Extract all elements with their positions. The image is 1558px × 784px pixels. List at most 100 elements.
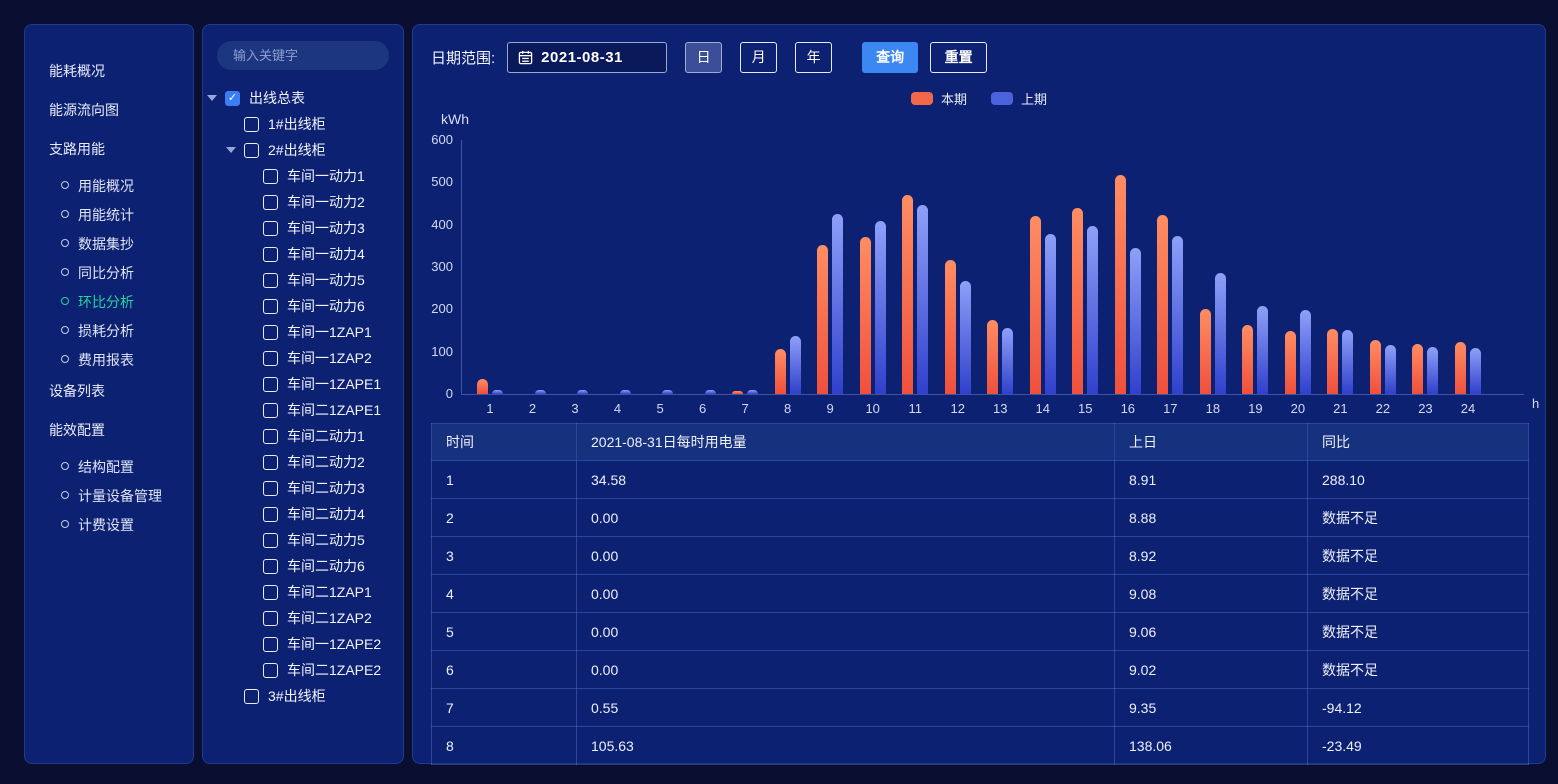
table-row: 7 0.55 9.35 -94.12 xyxy=(431,688,1529,727)
table-cell: 0.00 xyxy=(576,650,1115,689)
tree-node-车间二1ZAP1[interactable]: 车间二1ZAP1 xyxy=(203,579,403,605)
tree-checkbox[interactable] xyxy=(263,272,278,288)
tree-node-车间一动力5[interactable]: 车间一动力5 xyxy=(203,267,403,293)
tree-search-input[interactable] xyxy=(217,41,389,70)
sidebar-subitem-费用报表[interactable]: 费用报表 xyxy=(25,352,193,381)
sidebar-subitem-用能概况[interactable]: 用能概况 xyxy=(25,178,193,207)
sidebar-subitem-label: 损耗分析 xyxy=(78,323,134,339)
tree-node-车间一1ZAP1[interactable]: 车间一1ZAP1 xyxy=(203,319,403,345)
tree-node-车间一1ZAP2[interactable]: 车间一1ZAP2 xyxy=(203,345,403,371)
tree-checkbox[interactable] xyxy=(263,220,278,236)
tree-checkbox[interactable] xyxy=(263,402,278,418)
tree-checkbox[interactable] xyxy=(263,428,278,444)
tree-checkbox[interactable] xyxy=(263,584,278,600)
tree-checkbox[interactable] xyxy=(263,662,278,678)
sidebar-subitem-计费设置[interactable]: 计费设置 xyxy=(25,517,193,546)
caret-down-icon[interactable] xyxy=(226,147,236,153)
sidebar-item-支路用能[interactable]: 支路用能 xyxy=(25,139,193,178)
x-tick-16: 16 xyxy=(1120,401,1136,416)
y-axis-unit-label: kWh xyxy=(441,111,469,127)
tree-node-出线总表[interactable]: ✓ 出线总表 xyxy=(203,85,403,111)
tree-node-车间二动力6[interactable]: 车间二动力6 xyxy=(203,553,403,579)
tree-node-车间二动力1[interactable]: 车间二动力1 xyxy=(203,423,403,449)
bar-本期-h22 xyxy=(1369,340,1381,394)
sidebar-item-能源流向图[interactable]: 能源流向图 xyxy=(25,100,193,139)
tree-node-label: 车间二动力6 xyxy=(287,558,365,574)
sidebar-subitem-结构配置[interactable]: 结构配置 xyxy=(25,459,193,488)
tree-node-label: 车间一1ZAP1 xyxy=(287,324,372,340)
tree-node-车间一1ZAPE2[interactable]: 车间一1ZAPE2 xyxy=(203,631,403,657)
tree-checkbox[interactable] xyxy=(263,324,278,340)
tree-checkbox[interactable] xyxy=(263,246,278,262)
tree-checkbox[interactable] xyxy=(244,116,259,132)
bar-上期-h14 xyxy=(1044,234,1056,394)
tree-checkbox[interactable] xyxy=(263,558,278,574)
table-cell: 1 xyxy=(431,460,577,499)
sidebar-subitem-label: 用能统计 xyxy=(78,207,134,223)
tree-node-label: 车间一动力5 xyxy=(287,272,365,288)
tree-node-车间二动力2[interactable]: 车间二动力2 xyxy=(203,449,403,475)
tree-node-车间一动力1[interactable]: 车间一动力1 xyxy=(203,163,403,189)
tree-node-车间二1ZAP2[interactable]: 车间二1ZAP2 xyxy=(203,605,403,631)
bar-上期-h18 xyxy=(1214,272,1226,394)
tree-node-1#出线柜[interactable]: 1#出线柜 xyxy=(203,111,403,137)
tree-checkbox[interactable] xyxy=(263,194,278,210)
bar-上期-h13 xyxy=(1002,328,1014,394)
bar-上期-h10 xyxy=(874,220,886,394)
sidebar-subitem-损耗分析[interactable]: 损耗分析 xyxy=(25,323,193,352)
tree-node-label: 车间二动力2 xyxy=(287,454,365,470)
tree-checkbox[interactable] xyxy=(263,454,278,470)
tree-checkbox[interactable] xyxy=(263,168,278,184)
table-cell: 0.00 xyxy=(576,498,1115,537)
table-cell: 3 xyxy=(431,536,577,575)
table-cell: 数据不足 xyxy=(1307,574,1529,613)
bar-本期-h7 xyxy=(732,391,744,394)
sidebar-subitem-用能统计[interactable]: 用能统计 xyxy=(25,207,193,236)
bar-本期-h20 xyxy=(1284,330,1296,394)
tree-node-3#出线柜[interactable]: 3#出线柜 xyxy=(203,683,403,709)
sidebar-subitem-环比分析[interactable]: 环比分析 xyxy=(25,294,193,323)
tree-checkbox[interactable] xyxy=(263,506,278,522)
tree-checkbox[interactable] xyxy=(263,610,278,626)
tree-checkbox[interactable] xyxy=(263,636,278,652)
tree-node-车间二1ZAPE2[interactable]: 车间二1ZAPE2 xyxy=(203,657,403,683)
tree-checkbox[interactable] xyxy=(263,532,278,548)
tree-checkbox[interactable] xyxy=(244,142,259,158)
table-cell: 数据不足 xyxy=(1307,612,1529,651)
y-tick-200: 200 xyxy=(431,301,453,317)
tree-checkbox[interactable] xyxy=(263,298,278,314)
tree-node-车间一动力4[interactable]: 车间一动力4 xyxy=(203,241,403,267)
tree-node-车间一动力3[interactable]: 车间一动力3 xyxy=(203,215,403,241)
tree-node-2#出线柜[interactable]: 2#出线柜 xyxy=(203,137,403,163)
bar-上期-h5 xyxy=(662,390,674,394)
tree-node-车间一动力2[interactable]: 车间一动力2 xyxy=(203,189,403,215)
tree-checkbox[interactable]: ✓ xyxy=(225,90,240,106)
tree-checkbox[interactable] xyxy=(263,376,278,392)
tree-node-车间二1ZAPE1[interactable]: 车间二1ZAPE1 xyxy=(203,397,403,423)
sidebar-subitem-label: 数据集抄 xyxy=(78,236,134,252)
tree-node-车间二动力5[interactable]: 车间二动力5 xyxy=(203,527,403,553)
sidebar-item-能效配置[interactable]: 能效配置 xyxy=(25,420,193,459)
tree-checkbox[interactable] xyxy=(263,350,278,366)
tree-node-车间二动力3[interactable]: 车间二动力3 xyxy=(203,475,403,501)
table-row: 3 0.00 8.92 数据不足 xyxy=(431,536,1529,575)
x-tick-10: 10 xyxy=(865,401,880,416)
tree-node-车间一1ZAPE1[interactable]: 车间一1ZAPE1 xyxy=(203,371,403,397)
table-row: 5 0.00 9.06 数据不足 xyxy=(431,612,1529,651)
tree-node-车间一动力6[interactable]: 车间一动力6 xyxy=(203,293,403,319)
tree-checkbox[interactable] xyxy=(263,480,278,496)
sidebar-item-能耗概况[interactable]: 能耗概况 xyxy=(25,61,193,100)
sidebar-subitem-label: 用能概况 xyxy=(78,178,134,194)
x-tick-1: 1 xyxy=(486,401,494,416)
radio-dot-icon xyxy=(61,326,69,334)
tree-node-label: 车间二动力1 xyxy=(287,428,365,444)
sidebar-subitem-数据集抄[interactable]: 数据集抄 xyxy=(25,236,193,265)
radio-dot-icon xyxy=(61,210,69,218)
sidebar-subitem-同比分析[interactable]: 同比分析 xyxy=(25,265,193,294)
sidebar-item-设备列表[interactable]: 设备列表 xyxy=(25,381,193,420)
caret-down-icon[interactable] xyxy=(207,95,217,101)
bar-上期-h2 xyxy=(534,390,546,394)
tree-checkbox[interactable] xyxy=(244,688,259,704)
sidebar-subitem-计量设备管理[interactable]: 计量设备管理 xyxy=(25,488,193,517)
tree-node-车间二动力4[interactable]: 车间二动力4 xyxy=(203,501,403,527)
